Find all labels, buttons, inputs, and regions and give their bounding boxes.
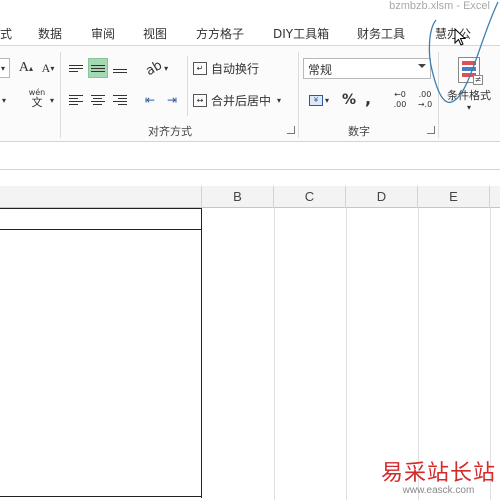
cell-border — [0, 208, 202, 209]
accounting-format-button[interactable]: ¥ ▾ — [305, 90, 333, 110]
column-header-b[interactable]: B — [202, 186, 274, 208]
alignment-dialog-launcher-icon[interactable] — [287, 126, 295, 134]
watermark-text: 易采站长站 — [380, 461, 496, 486]
cell-border — [201, 208, 202, 498]
group-divider — [60, 52, 61, 138]
tab-data[interactable]: 数据 — [38, 25, 62, 42]
indent-icon: ⇥ — [166, 93, 178, 107]
grow-font-button[interactable]: A ▴ — [16, 58, 36, 78]
cell-border — [0, 229, 202, 230]
annotation-stroke — [428, 1, 499, 103]
align-middle-icon — [91, 63, 105, 74]
phonetic-guide-button[interactable]: wén 文 — [22, 86, 52, 110]
wrap-text-icon: ↵ — [193, 61, 207, 75]
column-header-row: B C D E — [0, 186, 500, 208]
align-center-button[interactable] — [88, 90, 108, 110]
shrink-arrow-icon: ▾ — [50, 63, 55, 73]
align-right-button[interactable] — [110, 90, 130, 110]
middle-align-button[interactable] — [88, 58, 108, 78]
orientation-button[interactable]: ab ▾ — [142, 57, 172, 79]
font-color-dropdown[interactable]: ▾ — [0, 90, 10, 110]
chevron-down-icon: ▾ — [164, 63, 169, 73]
group-divider — [298, 52, 299, 138]
watermark: 易采站长站 www.easck.com — [381, 455, 496, 496]
formula-bar[interactable] — [0, 146, 500, 170]
column-header-e[interactable]: E — [418, 186, 490, 208]
align-left-button[interactable] — [66, 90, 86, 110]
sheet-grid: B C D E — [0, 186, 500, 500]
shrink-font-button[interactable]: A ▾ — [38, 58, 58, 78]
tab-review[interactable]: 审阅 — [91, 25, 115, 42]
chevron-down-icon: ▾ — [277, 95, 282, 105]
group-divider — [187, 56, 188, 116]
top-align-button[interactable] — [66, 58, 86, 78]
merge-center-button[interactable]: ↔ 合并后居中 ▾ — [193, 90, 295, 110]
align-right-icon — [113, 93, 127, 107]
mouse-cursor-icon — [454, 28, 467, 46]
percent-style-button[interactable]: % — [339, 90, 359, 110]
tab-finance-tools[interactable]: 财务工具 — [357, 25, 405, 42]
tab-fangfang[interactable]: 方方格子 — [196, 25, 244, 42]
tab-diy-toolbox[interactable]: DIY工具箱 — [273, 25, 329, 42]
chevron-down-icon: ▾ — [1, 95, 6, 105]
orientation-icon: ab — [143, 57, 165, 79]
outdent-icon: ⇤ — [144, 93, 156, 107]
increase-indent-button[interactable]: ⇥ — [162, 90, 182, 110]
grow-arrow-icon: ▴ — [29, 63, 34, 73]
chevron-down-icon[interactable]: ▾ — [50, 96, 54, 105]
column-header-a[interactable] — [0, 186, 202, 208]
tab-view[interactable]: 视图 — [143, 25, 167, 42]
merge-cells-icon: ↔ — [193, 93, 207, 107]
wrap-text-button[interactable]: ↵ 自动换行 — [193, 58, 273, 78]
gridline — [274, 208, 275, 500]
gridline — [346, 208, 347, 500]
font-size-field[interactable]: ▾ — [0, 58, 10, 78]
cell-border — [0, 496, 202, 497]
tab-formulas[interactable]: 式 — [0, 25, 12, 42]
chevron-down-icon: ▾ — [324, 95, 329, 105]
align-left-icon — [69, 93, 83, 107]
column-header-c[interactable]: C — [274, 186, 346, 208]
ribbon: ▾ A ▴ A ▾ ▾ wén 文 ▾ ab ▾ ⇤ ⇥ ↵ 自动换行 ↔ 合并… — [0, 1, 500, 142]
align-bottom-icon — [113, 67, 127, 75]
align-top-icon — [69, 63, 83, 74]
number-group-label: 数字 — [348, 125, 370, 138]
align-center-icon — [91, 93, 105, 107]
number-format-value: 常规 — [308, 63, 333, 77]
alignment-group-label: 对齐方式 — [148, 125, 192, 138]
comma-style-button[interactable]: , — [360, 88, 376, 108]
column-header-d[interactable]: D — [346, 186, 418, 208]
bottom-align-button[interactable] — [110, 58, 130, 78]
currency-icon: ¥ — [308, 94, 323, 106]
decrease-indent-button[interactable]: ⇤ — [140, 90, 160, 110]
chevron-down-icon: ▾ — [0, 63, 5, 73]
